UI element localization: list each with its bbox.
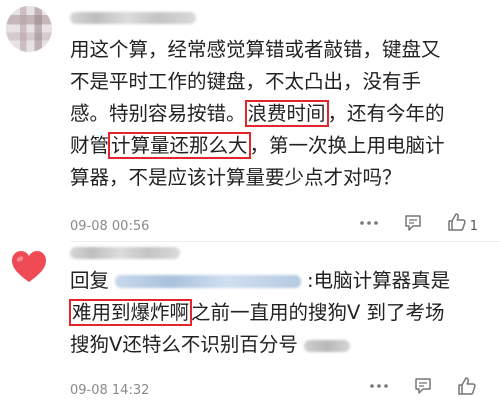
comment-actions bbox=[346, 375, 478, 397]
comment-text: 用这个算，经常感觉算错或者敲错，键盘又 bbox=[70, 38, 441, 61]
avatar[interactable] bbox=[6, 244, 52, 290]
comment-text: ，还有今年的 bbox=[327, 102, 445, 125]
reply-text: :电脑计算器真是 bbox=[307, 269, 451, 292]
reply-button[interactable] bbox=[402, 212, 424, 234]
more-icon bbox=[370, 384, 388, 388]
like-button[interactable]: 1 bbox=[446, 211, 478, 234]
comment-timestamp: 09-08 00:56 bbox=[70, 219, 150, 234]
comment-line: 不是平时工作的键盘，不太凸出，没有手 bbox=[70, 66, 495, 98]
comment-icon bbox=[404, 214, 421, 231]
reply-button[interactable] bbox=[412, 375, 434, 397]
thumbs-up-icon bbox=[447, 213, 466, 231]
comment-text: 感。特别容易按错。 bbox=[70, 102, 246, 125]
comment-icon bbox=[415, 378, 431, 394]
comment-line: 感。特别容易按错。 浪费时间 ，还有今年的 bbox=[70, 98, 495, 130]
comment-item: 回复 :电脑计算器真是 难用到爆炸啊 之前一直用的搜狗V 到了考场 搜狗V还特么不识… bbox=[0, 242, 500, 406]
thumbs-up-icon bbox=[458, 377, 476, 395]
heart-icon bbox=[12, 251, 46, 282]
comment-text: 不是平时工作的键盘，不太凸出，没有手 bbox=[70, 70, 422, 93]
like-count: 1 bbox=[469, 219, 478, 234]
comment-line: 财管 计算量还那么大 ，第一次换上用电脑计 bbox=[70, 130, 495, 162]
comment-body: 用这个算，经常感觉算错或者敲错，键盘又 不是平时工作的键盘，不太凸出，没有手 感。特… bbox=[70, 34, 495, 194]
username-redacted[interactable] bbox=[70, 12, 196, 24]
highlighted-text: 难用到爆炸啊 bbox=[69, 299, 193, 326]
comment-line: 用这个算，经常感觉算错或者敲错，键盘又 bbox=[70, 34, 495, 66]
comment-text: ，第一次换上用电脑计 bbox=[249, 134, 445, 157]
like-button[interactable] bbox=[456, 375, 478, 397]
more-button[interactable] bbox=[358, 212, 380, 234]
highlighted-text: 浪费时间 bbox=[244, 100, 329, 127]
comment-line: 算器，不是应该计算量要少点才对吗？ bbox=[70, 162, 495, 194]
comment-text: 算器，不是应该计算量要少点才对吗？ bbox=[70, 166, 402, 189]
comment-body: 回复 :电脑计算器真是 难用到爆炸啊 之前一直用的搜狗V 到了考场 搜狗V还特么不识… bbox=[69, 265, 495, 361]
reply-target-redacted[interactable] bbox=[115, 275, 302, 288]
more-icon bbox=[359, 220, 378, 225]
reply-prefix: 回复 bbox=[70, 269, 110, 292]
reply-text: 搜狗V还特么不识别百分号 bbox=[70, 333, 298, 356]
comment-item: 用这个算，经常感觉算错或者敲错，键盘又 不是平时工作的键盘，不太凸出，没有手 感。特… bbox=[0, 0, 500, 242]
comment-text: 财管 bbox=[70, 134, 110, 157]
reply-text: 之前一直用的搜狗V 到了考场 bbox=[191, 301, 445, 324]
comment-timestamp: 09-08 14:32 bbox=[70, 383, 150, 398]
more-button[interactable] bbox=[368, 375, 390, 397]
comment-actions: 1 bbox=[336, 211, 478, 234]
redacted-text bbox=[303, 339, 350, 352]
highlighted-text: 计算量还那么大 bbox=[108, 132, 251, 159]
username-redacted[interactable] bbox=[70, 247, 180, 259]
avatar[interactable] bbox=[6, 6, 52, 52]
